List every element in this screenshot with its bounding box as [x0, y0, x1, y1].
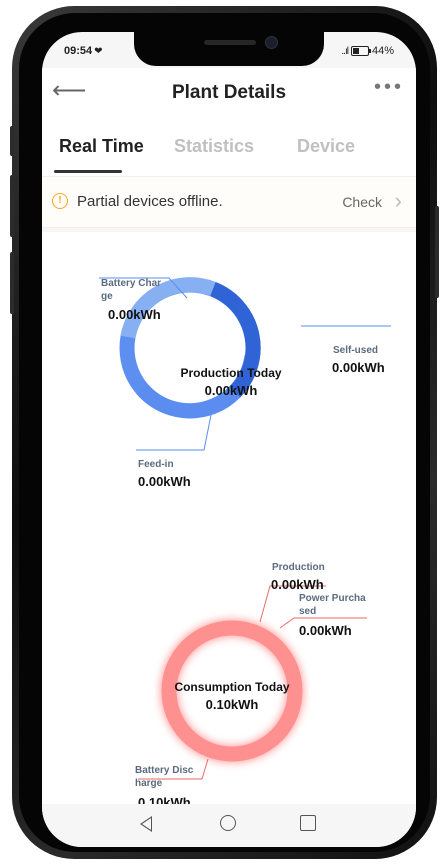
battery-charge-value: 0.00kWh [108, 307, 161, 322]
heart-icon: ❤ [94, 46, 103, 57]
consumption-production-value: 0.00kWh [271, 577, 324, 592]
nav-recents-icon[interactable] [300, 815, 316, 831]
battery-percent: 44% [371, 45, 394, 57]
battery-discharge-label: Battery Disc harge [135, 765, 194, 789]
page-title: Plant Details [171, 82, 287, 103]
nav-back-icon[interactable] [140, 816, 152, 832]
tab-statistics[interactable]: Statistics [174, 136, 254, 157]
energy-flow-content: Battery Char ge 0.00kWh Self-used 0.00kWh… [42, 232, 416, 810]
clock: 09:54 ❤ [64, 45, 103, 57]
battery-icon [350, 46, 371, 56]
feed-in-value: 0.00kWh [138, 474, 191, 489]
notice-text: Partial devices offline. [77, 193, 223, 210]
tab-device[interactable]: Device [297, 136, 355, 157]
power-button [435, 206, 439, 298]
app-header: ⟵ Plant Details ••• [42, 68, 416, 118]
system-nav-bar [42, 804, 416, 847]
camera-notch [134, 32, 324, 66]
consumption-today-title: Consumption Today [174, 680, 290, 694]
tab-real-time[interactable]: Real Time [59, 136, 144, 157]
power-purchased-label: Power Purcha sed [299, 593, 366, 617]
app-screen: 09:54 ❤ ..ıl 44% ⟵ Plant Details ••• Real… [42, 32, 416, 847]
feed-in-label: Feed-in [138, 459, 174, 470]
production-today-title: Production Today [180, 366, 282, 380]
offline-notice-banner[interactable]: ! Partial devices offline. Check › [42, 176, 416, 228]
status-icons: ..ıl 44% [341, 45, 394, 57]
volume-up-button [10, 126, 14, 156]
power-purchased-value: 0.00kWh [299, 623, 352, 638]
more-options-icon[interactable]: ••• [374, 76, 404, 99]
signal-icon: ..ıl [341, 45, 349, 57]
chevron-right-icon[interactable]: › [395, 188, 402, 214]
energy-flow-diagram [99, 277, 391, 780]
self-used-value: 0.00kWh [332, 360, 385, 375]
warning-icon: ! [52, 193, 68, 209]
front-camera [265, 36, 278, 49]
production-today-value: 0.00kWh [204, 383, 258, 398]
consumption-today-value: 0.10kWh [205, 697, 259, 712]
earpiece-speaker [204, 40, 256, 45]
battery-level [352, 48, 360, 54]
self-used-label: Self-used [333, 345, 379, 356]
nav-home-icon[interactable] [220, 815, 236, 831]
volume-button [10, 175, 14, 237]
tab-bar: Real Time Statistics Device [42, 118, 416, 176]
consumption-production-label: Production [272, 562, 325, 573]
volume-down-button [10, 252, 14, 314]
check-link[interactable]: Check [342, 194, 382, 210]
active-tab-indicator [54, 170, 122, 173]
battery-charge-label: Battery Char ge [101, 278, 162, 302]
